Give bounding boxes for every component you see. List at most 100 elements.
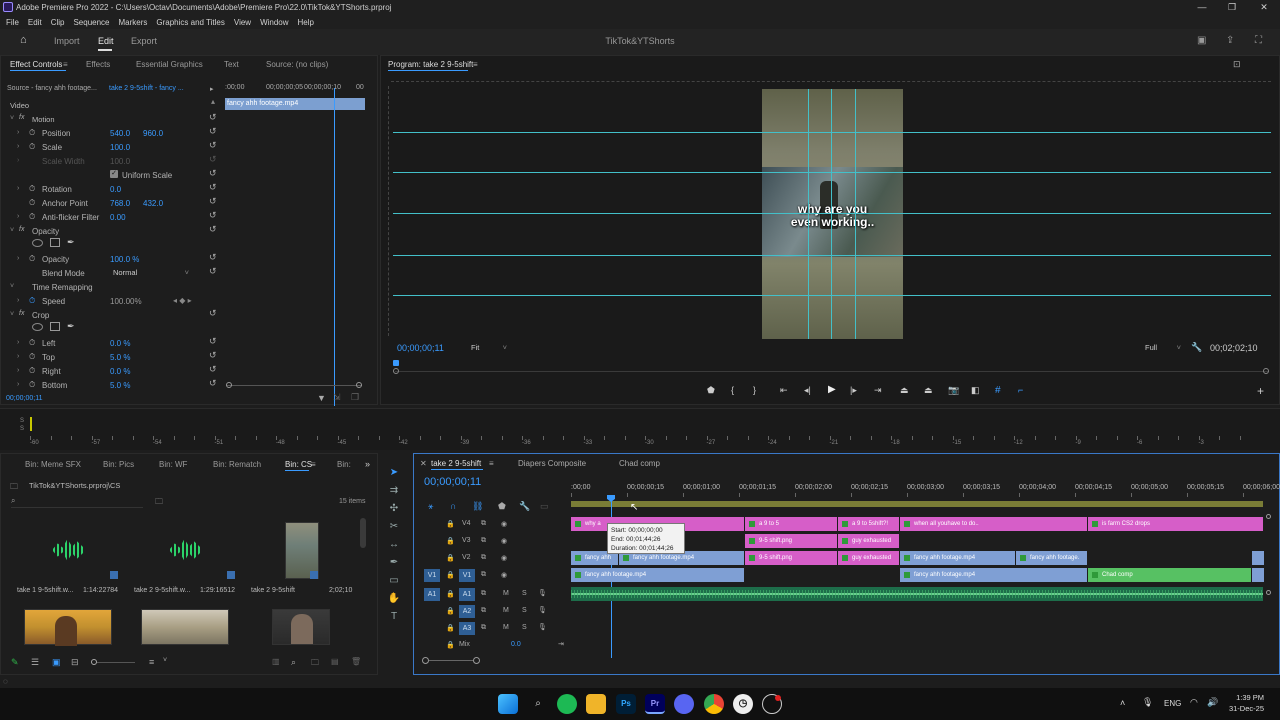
- work-area-bar[interactable]: [571, 501, 1263, 507]
- wifi-icon[interactable]: ◠: [1190, 697, 1198, 708]
- nest-icon[interactable]: ⚹: [428, 501, 433, 512]
- go-to-out-icon[interactable]: ⇥: [874, 385, 882, 396]
- crop-right-expand-icon[interactable]: ›: [17, 367, 19, 374]
- clear-icon[interactable]: 🗑: [351, 657, 361, 666]
- tab-menu-icon[interactable]: ≡: [489, 459, 494, 468]
- automate-icon[interactable]: ▥: [272, 657, 280, 666]
- guides-icon[interactable]: #: [995, 385, 1001, 396]
- rotation-expand-icon[interactable]: ›: [17, 185, 19, 192]
- ec-zoom-scroll[interactable]: [226, 382, 362, 388]
- minimize-button[interactable]: —: [1188, 0, 1216, 15]
- menu-edit[interactable]: Edit: [28, 18, 42, 27]
- find-icon[interactable]: ⌕: [291, 657, 296, 668]
- tab-effects[interactable]: Effects: [86, 60, 110, 69]
- type-tool-icon[interactable]: T: [386, 611, 402, 625]
- new-bin-icon[interactable]: 🗀: [155, 496, 163, 510]
- bin-rematch-tab[interactable]: Bin: Rematch: [213, 460, 261, 469]
- speed-value[interactable]: 100.00%: [110, 297, 142, 306]
- freeform-view-icon[interactable]: ⊟: [71, 657, 79, 668]
- spotify-icon[interactable]: [557, 694, 577, 714]
- clip-v4[interactable]: when all youhave to do..: [900, 517, 1088, 531]
- ec-clip-bar[interactable]: fancy ahh footage.mp4: [225, 98, 365, 110]
- menu-view[interactable]: View: [234, 18, 251, 27]
- linked-selection-icon[interactable]: ⛓: [472, 501, 483, 512]
- thumb-size-slider[interactable]: [91, 658, 135, 666]
- clip-v4[interactable]: a 9 to 5shift?!: [838, 517, 900, 531]
- rotation-value[interactable]: 0.0: [110, 185, 121, 194]
- comparison-view-icon[interactable]: ◧: [971, 385, 980, 396]
- source-patch-a1[interactable]: A1: [424, 588, 440, 601]
- photoshop-icon[interactable]: Ps: [616, 694, 636, 714]
- sort-icon[interactable]: ≡: [149, 657, 154, 667]
- stopwatch-icon[interactable]: ⏱: [29, 366, 35, 376]
- video-frame[interactable]: why are you even working..: [762, 89, 903, 339]
- image-thumbnail[interactable]: [272, 609, 330, 645]
- step-forward-icon[interactable]: |▸: [850, 385, 857, 396]
- track-label[interactable]: A1: [459, 588, 475, 601]
- reset-icon[interactable]: ↺: [209, 266, 217, 277]
- menu-sequence[interactable]: Sequence: [73, 18, 109, 27]
- lock-icon[interactable]: 🔒: [446, 590, 455, 598]
- mark-out-icon[interactable]: }: [753, 385, 756, 395]
- tray-chevron-icon[interactable]: ˄: [1120, 698, 1125, 708]
- mute-button[interactable]: M: [503, 590, 509, 597]
- timeline-timecode[interactable]: 00;00;00;11: [424, 476, 481, 488]
- tab-diapers[interactable]: Diapers Composite: [518, 459, 586, 468]
- sync-lock-icon[interactable]: ⧉: [481, 624, 486, 632]
- mic-icon[interactable]: 🎙: [538, 623, 547, 631]
- mic-icon[interactable]: 🎙: [538, 589, 547, 597]
- guide-line[interactable]: [393, 172, 1271, 173]
- bin-pics-tab[interactable]: Bin: Pics: [103, 460, 134, 469]
- bin-meme-sfx-tab[interactable]: Bin: Meme SFX: [25, 460, 81, 469]
- anchor-y[interactable]: 432.0: [143, 199, 163, 208]
- new-item-icon[interactable]: ▤: [331, 657, 339, 666]
- premiere-pro-icon[interactable]: Pr: [645, 694, 665, 714]
- clip-v2-end[interactable]: [1252, 551, 1264, 565]
- solo-button[interactable]: S: [522, 624, 527, 631]
- a-scroll-handle[interactable]: [1266, 590, 1271, 595]
- position-y[interactable]: 960.0: [143, 129, 163, 138]
- add-marker-icon[interactable]: ⬟: [498, 501, 506, 512]
- clip-v1-end[interactable]: [1252, 568, 1264, 582]
- rectangle-tool-icon[interactable]: ▭: [386, 575, 402, 589]
- file-explorer-icon[interactable]: [586, 694, 606, 714]
- solo-button[interactable]: S: [522, 607, 527, 614]
- snap-guides-icon[interactable]: ⌐: [1018, 385, 1023, 395]
- opacity-expand-icon[interactable]: ›: [17, 255, 19, 262]
- mix-value[interactable]: 0.0: [511, 641, 521, 648]
- discord-icon[interactable]: [674, 694, 694, 714]
- solo-button[interactable]: S: [522, 590, 527, 597]
- bin-more-tab[interactable]: Bin:: [337, 460, 351, 469]
- reset-icon[interactable]: ↺: [209, 140, 217, 151]
- sync-lock-icon[interactable]: ⧉: [481, 571, 486, 579]
- stopwatch-icon[interactable]: ⏱: [29, 352, 35, 362]
- reset-icon[interactable]: ↺: [209, 224, 217, 235]
- lock-icon[interactable]: 🔒: [446, 537, 455, 545]
- lock-icon[interactable]: 🔒: [446, 571, 455, 579]
- mark-in-icon[interactable]: {: [731, 385, 734, 395]
- eye-icon[interactable]: ◉: [501, 537, 507, 545]
- crop-bottom-value[interactable]: 5.0 %: [110, 381, 130, 390]
- captions-icon[interactable]: ▭: [540, 501, 549, 512]
- tab-text[interactable]: Text: [224, 60, 239, 69]
- snap-icon[interactable]: ∩: [450, 501, 456, 511]
- menu-graphics[interactable]: Graphics and Titles: [156, 18, 224, 27]
- menu-file[interactable]: File: [6, 18, 19, 27]
- reset-icon[interactable]: ↺: [209, 112, 217, 123]
- fullscreen-icon[interactable]: ⛶: [1255, 35, 1262, 46]
- program-timecode[interactable]: 00;00;00;11: [397, 343, 444, 353]
- ellipse-mask-icon[interactable]: [32, 323, 43, 331]
- clip-v2[interactable]: fancy ahh footage.: [1016, 551, 1088, 565]
- reset-icon[interactable]: ↺: [209, 196, 217, 207]
- lock-icon[interactable]: 🔒: [446, 624, 455, 632]
- anchor-x[interactable]: 768.0: [110, 199, 130, 208]
- clip-v1[interactable]: Chad comp: [1088, 568, 1252, 582]
- search-icon[interactable]: ⌕: [528, 694, 548, 714]
- antiflicker-value[interactable]: 0.00: [110, 213, 126, 222]
- go-to-end-icon[interactable]: ⇥: [558, 640, 564, 648]
- volume-icon[interactable]: 🔊: [1207, 697, 1218, 708]
- lock-icon[interactable]: 🔒: [446, 520, 455, 528]
- menu-help[interactable]: Help: [298, 18, 314, 27]
- tab-effect-controls[interactable]: Effect Controls: [10, 60, 62, 69]
- bin-scrollbar[interactable]: [360, 518, 366, 548]
